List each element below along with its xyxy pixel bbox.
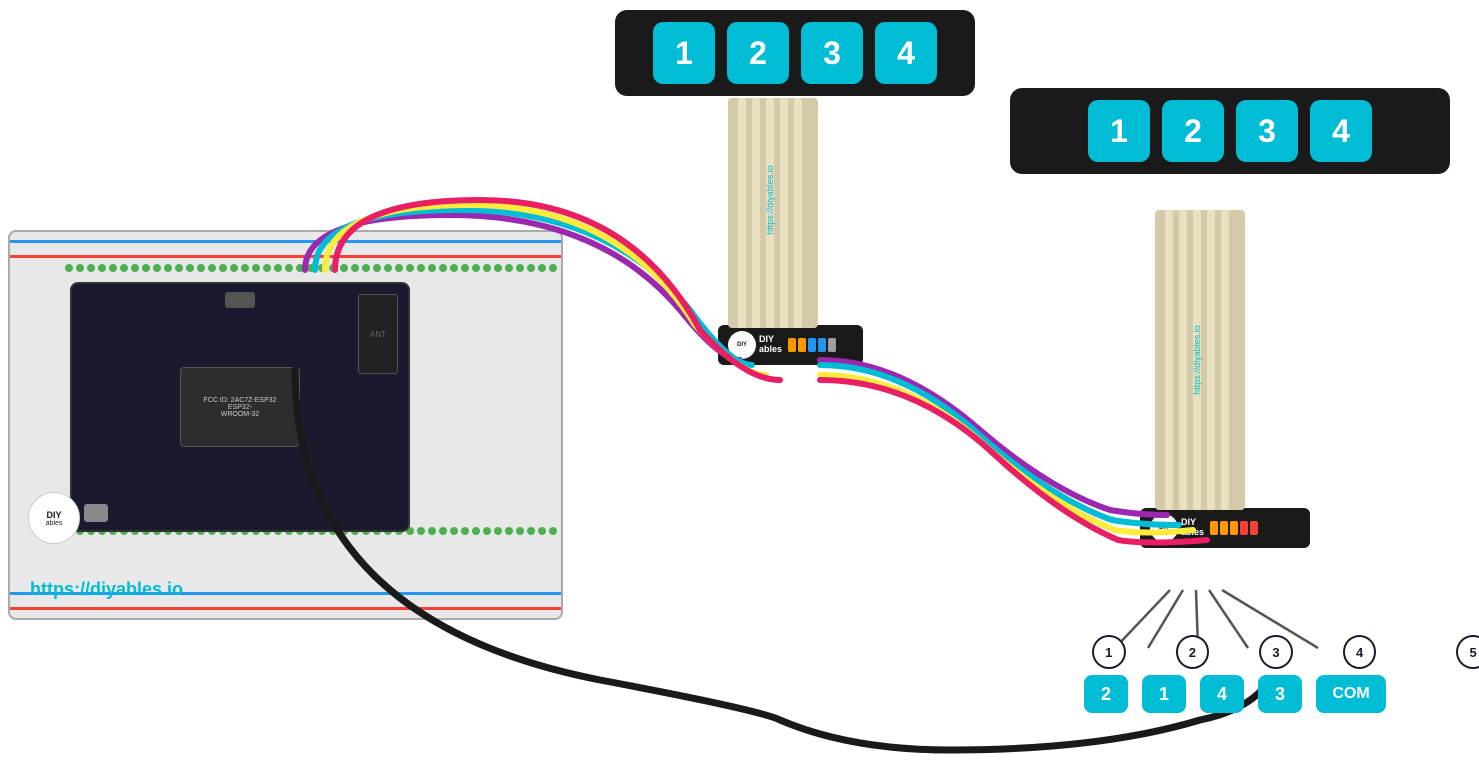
breadboard-logo: DIY ables bbox=[28, 492, 80, 544]
connector-pins-center bbox=[788, 338, 836, 352]
keypad-bar-center: 1 2 3 4 bbox=[615, 10, 975, 96]
label-btn-4: 4 bbox=[1200, 675, 1244, 713]
label-btn-com: COM bbox=[1316, 675, 1386, 713]
ribbon-right-bg bbox=[1155, 210, 1245, 510]
diyables-logo-right: DIY DIY ables bbox=[1150, 514, 1204, 542]
key-1-right: 1 bbox=[1088, 100, 1150, 162]
ribbon-center-bg bbox=[728, 98, 818, 328]
key-3-right: 3 bbox=[1236, 100, 1298, 162]
watermark-right: https://diyables.io bbox=[1192, 325, 1202, 395]
pin-labels-area: 1 2 3 4 5 2 1 4 3 COM bbox=[1080, 635, 1460, 755]
key-4-center: 4 bbox=[875, 22, 937, 84]
logo-text-right: DIY ables bbox=[1181, 518, 1204, 538]
key-1-center: 1 bbox=[653, 22, 715, 84]
pin-row-top bbox=[65, 264, 557, 272]
pin-circle-3: 3 bbox=[1259, 635, 1293, 669]
keypad-right: 1 2 3 4 bbox=[1010, 88, 1450, 174]
key-4-right: 4 bbox=[1310, 100, 1372, 162]
key-2-right: 2 bbox=[1162, 100, 1224, 162]
pin-circle-5: 5 bbox=[1456, 635, 1479, 669]
label-btn-3: 3 bbox=[1258, 675, 1302, 713]
pin-circle-2: 2 bbox=[1176, 635, 1210, 669]
wire-yellow-right bbox=[820, 375, 1193, 533]
wire-purple-right bbox=[820, 360, 1167, 515]
esp32-board: FCC ID: 2AC7Z-ESP32 ESP32- WROOM-32 ANT bbox=[70, 282, 410, 532]
connector-pins-right bbox=[1210, 521, 1258, 535]
connector-right: DIY DIY ables bbox=[1140, 508, 1310, 548]
logo-icon-right: DIY bbox=[1150, 514, 1178, 542]
logo-text-center: DIY ables bbox=[759, 335, 782, 355]
pin-circle-4: 4 bbox=[1343, 635, 1377, 669]
key-3-center: 3 bbox=[801, 22, 863, 84]
keypad-center: 1 2 3 4 bbox=[615, 10, 975, 96]
diyables-logo-center: DIY DIY ables bbox=[728, 331, 782, 359]
breadboard: FCC ID: 2AC7Z-ESP32 ESP32- WROOM-32 ANT … bbox=[8, 230, 563, 620]
label-btn-1: 1 bbox=[1142, 675, 1186, 713]
wire-cyan-right bbox=[820, 365, 1179, 525]
connector-center: DIY DIY ables bbox=[718, 325, 863, 365]
power-rail-top bbox=[10, 240, 561, 258]
pin-circle-1: 1 bbox=[1092, 635, 1126, 669]
esp32-chip: FCC ID: 2AC7Z-ESP32 ESP32- WROOM-32 bbox=[180, 367, 300, 447]
keypad-bar-right: 1 2 3 4 bbox=[1010, 88, 1450, 174]
watermark-center: https://diyables.io bbox=[765, 165, 775, 235]
label-buttons-row: 2 1 4 3 COM bbox=[1080, 675, 1460, 713]
label-btn-2: 2 bbox=[1084, 675, 1128, 713]
logo-icon-center: DIY bbox=[728, 331, 756, 359]
pin-circles-row: 1 2 3 4 5 bbox=[1080, 635, 1460, 669]
breadboard-url: https://diyables.io bbox=[30, 579, 183, 600]
key-2-center: 2 bbox=[727, 22, 789, 84]
